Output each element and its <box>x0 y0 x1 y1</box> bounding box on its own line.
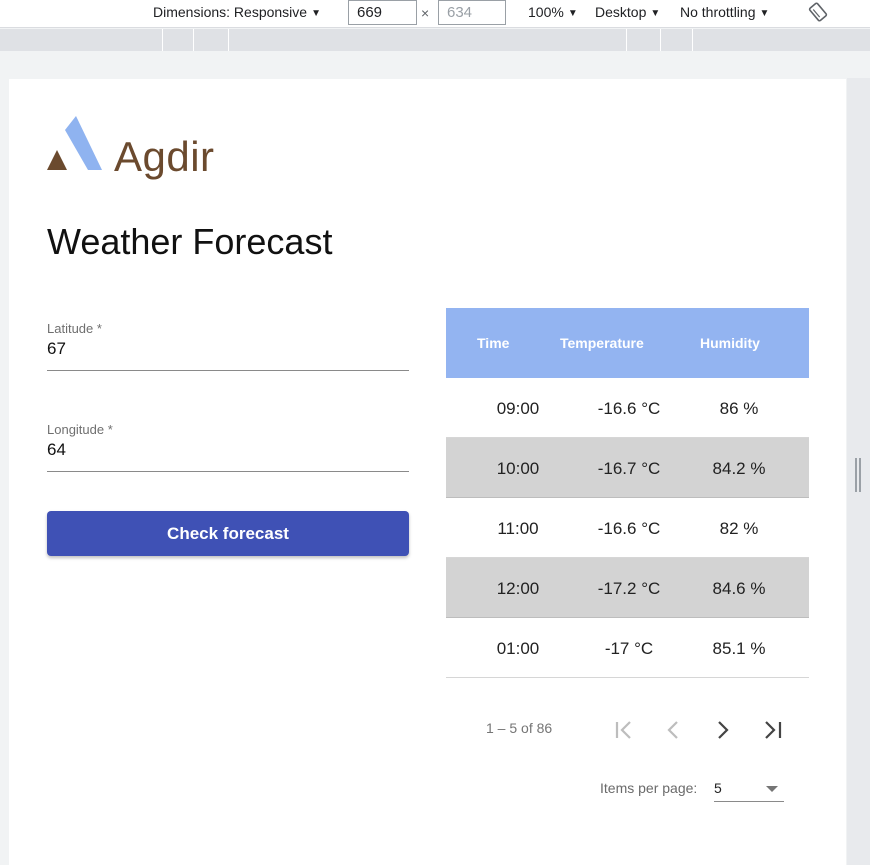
cell-temperature: -17.2 °C <box>597 579 661 598</box>
items-per-page-label: Items per page: <box>600 780 698 796</box>
width-value: 669 <box>357 4 383 21</box>
cell-humidity: 82 % <box>719 519 759 538</box>
first-page-icon[interactable] <box>611 717 637 743</box>
last-page-icon[interactable] <box>760 717 786 743</box>
items-per-page-select[interactable]: 5 <box>714 778 784 802</box>
rotate-icon[interactable] <box>807 1 829 23</box>
cell-temperature: -17 °C <box>604 639 654 658</box>
column-header-temperature[interactable]: Temperature <box>560 335 644 351</box>
width-input[interactable]: 669 <box>348 0 417 25</box>
cell-humidity: 86 % <box>719 399 759 418</box>
table-header: Time Temperature Humidity <box>446 308 809 378</box>
page-title: Weather Forecast <box>47 221 333 262</box>
dropdown-arrow-icon <box>766 786 778 792</box>
cell-humidity: 85.1 % <box>712 639 766 658</box>
cell-time: 01:00 <box>496 639 540 658</box>
ruler <box>0 29 870 51</box>
paginator-range-label: 1 – 5 of 86 <box>486 720 553 736</box>
devtools-device-toolbar: Dimensions: Responsive ▼ 669 × 634 100% ▼ … <box>0 0 870 28</box>
longitude-input[interactable] <box>47 438 409 462</box>
table-row: 01:00 -17 °C 85.1 % <box>446 618 809 678</box>
height-input[interactable]: 634 <box>438 0 506 25</box>
previous-page-icon[interactable] <box>660 717 686 743</box>
zoom-dropdown[interactable]: 100% ▼ <box>528 3 578 23</box>
cell-humidity: 84.6 % <box>712 579 766 598</box>
throttling-dropdown[interactable]: No throttling ▼ <box>680 3 769 23</box>
column-header-time[interactable]: Time <box>477 335 509 351</box>
latitude-input[interactable] <box>47 337 409 361</box>
cell-temperature: -16.7 °C <box>597 459 661 478</box>
table-row: 10:00 -16.7 °C 84.2 % <box>446 438 809 498</box>
height-placeholder: 634 <box>447 4 473 21</box>
resize-handle[interactable] <box>855 458 861 492</box>
app-page: Agdir Weather Forecast Latitude * Longit… <box>9 79 846 865</box>
throttling-label: No throttling <box>680 4 756 20</box>
device-dropdown[interactable]: Desktop ▼ <box>595 3 660 23</box>
caret-down-icon: ▼ <box>759 8 770 19</box>
times-separator: × <box>421 5 430 21</box>
check-forecast-button[interactable]: Check forecast <box>47 511 409 556</box>
next-page-icon[interactable] <box>710 717 736 743</box>
dimensions-dropdown[interactable]: Dimensions: Responsive ▼ <box>153 3 321 23</box>
longitude-label: Longitude * <box>47 422 113 437</box>
latitude-field[interactable]: Latitude * <box>47 321 409 371</box>
caret-down-icon: ▼ <box>311 8 321 19</box>
caret-down-icon: ▼ <box>567 8 578 19</box>
dimensions-label: Dimensions: Responsive <box>153 4 308 20</box>
cell-humidity: 84.2 % <box>712 459 766 478</box>
table-row: 11:00 -16.6 °C 82 % <box>446 498 809 558</box>
logo-text: Agdir <box>114 133 215 180</box>
brand-logo: Agdir <box>47 116 217 180</box>
forecast-table: Time Temperature Humidity 09:00 -16.6 °C… <box>446 308 809 678</box>
cell-time: 09:00 <box>496 399 540 418</box>
items-per-page-value: 5 <box>714 780 722 796</box>
cell-time: 12:00 <box>496 579 540 598</box>
agdir-logo-icon <box>47 116 102 170</box>
table-row: 12:00 -17.2 °C 84.6 % <box>446 558 809 618</box>
caret-down-icon: ▼ <box>650 8 661 19</box>
column-header-humidity[interactable]: Humidity <box>700 335 760 351</box>
device-label: Desktop <box>595 4 647 20</box>
cell-temperature: -16.6 °C <box>597 519 661 538</box>
cell-time: 11:00 <box>497 519 539 538</box>
cell-temperature: -16.6 °C <box>597 399 661 418</box>
cell-time: 10:00 <box>496 459 540 478</box>
zoom-label: 100% <box>528 4 564 20</box>
longitude-field[interactable]: Longitude * <box>47 422 409 472</box>
table-row: 09:00 -16.6 °C 86 % <box>446 378 809 438</box>
latitude-label: Latitude * <box>47 321 102 336</box>
